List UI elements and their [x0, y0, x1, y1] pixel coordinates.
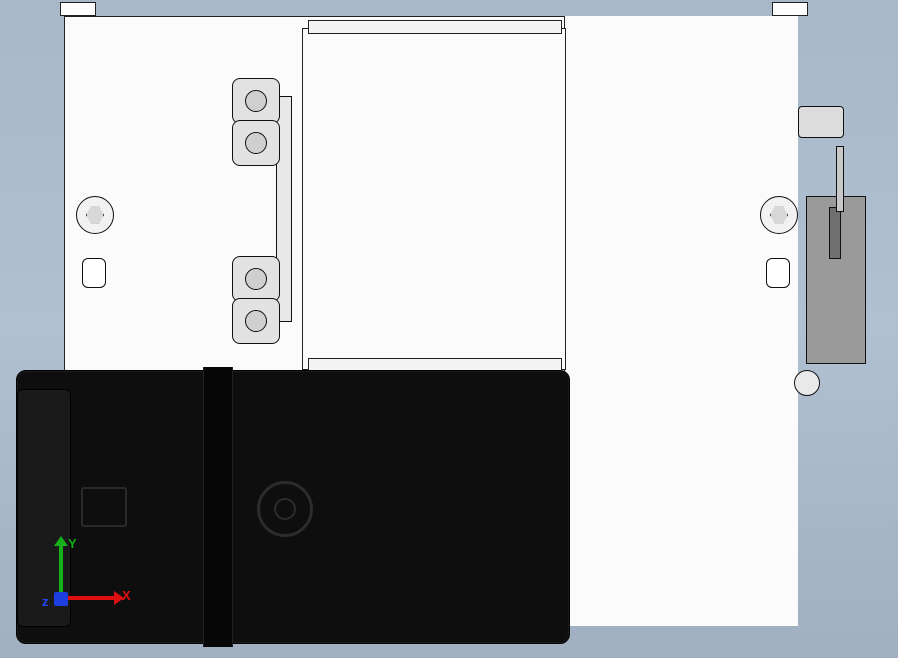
panel-rail-top — [308, 20, 562, 34]
mount-boss — [232, 298, 280, 344]
mount-boss — [232, 256, 280, 302]
axis-x — [66, 596, 116, 600]
connector-pin — [836, 146, 844, 212]
axis-y — [59, 544, 63, 594]
side-clamp — [806, 196, 866, 364]
axis-origin — [54, 592, 68, 606]
axis-label-x: X — [122, 588, 131, 603]
raised-panel — [302, 28, 566, 370]
axis-label-z: z — [42, 594, 49, 609]
mount-boss — [232, 78, 280, 124]
round-boss — [794, 370, 820, 396]
top-tab-left — [60, 2, 96, 16]
top-tab-right — [772, 2, 808, 16]
slot-left — [82, 258, 106, 288]
cad-viewport[interactable]: Y X z — [0, 0, 898, 658]
mount-boss — [232, 120, 280, 166]
mount-bracket — [232, 78, 298, 338]
motor-center-ring — [257, 481, 313, 537]
connector-stub — [798, 106, 844, 138]
hex-fastener-right — [760, 196, 798, 234]
right-column — [564, 16, 798, 626]
hex-fastener-left — [76, 196, 114, 234]
axis-label-y: Y — [68, 536, 77, 551]
motor-band — [203, 367, 233, 647]
slot-right — [766, 258, 790, 288]
motor-mark-rect — [81, 487, 127, 527]
orientation-triad[interactable]: Y X z — [44, 538, 128, 620]
clamp-slot — [829, 207, 841, 259]
